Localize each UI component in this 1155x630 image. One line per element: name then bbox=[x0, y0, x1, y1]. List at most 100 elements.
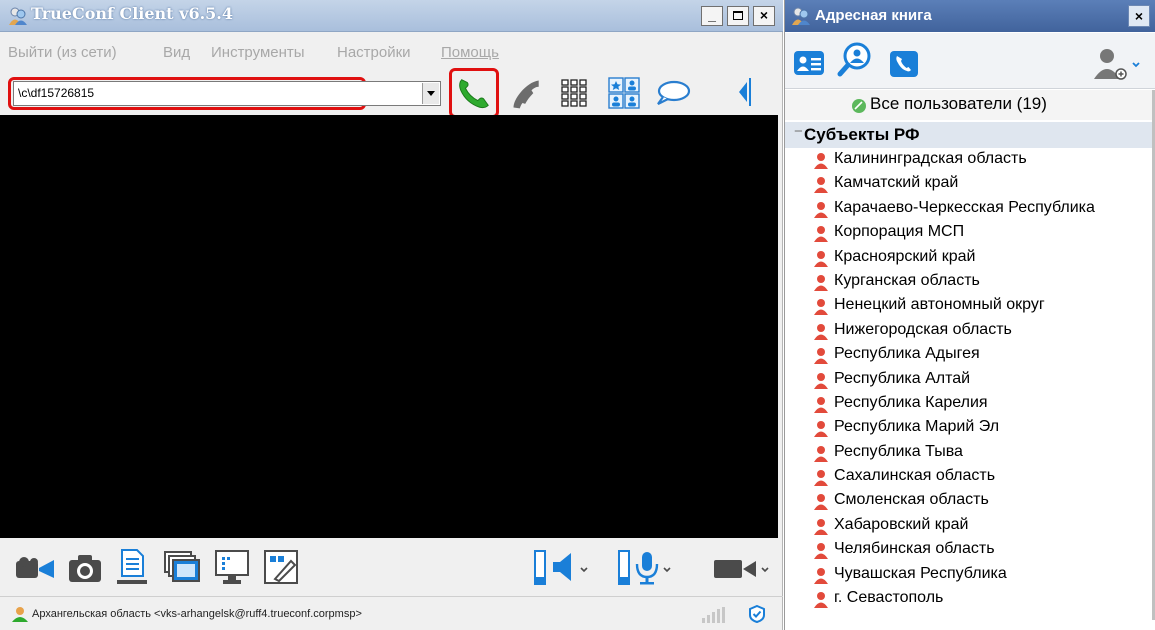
menu-help[interactable]: Помощь bbox=[441, 44, 499, 61]
contact-item[interactable]: Хабаровский край bbox=[785, 514, 1155, 538]
contact-item[interactable]: Корпорация МСП bbox=[785, 221, 1155, 245]
destination-input[interactable]: \c\df15726815 bbox=[18, 86, 94, 100]
contact-item[interactable]: Калининградская область bbox=[785, 148, 1155, 172]
user-icon bbox=[814, 226, 828, 243]
contact-item[interactable]: Республика Адыгея bbox=[785, 343, 1155, 367]
photo-camera-icon[interactable] bbox=[67, 553, 103, 584]
camera-toggle-icon[interactable] bbox=[712, 556, 772, 582]
contact-item[interactable]: Красноярский край bbox=[785, 246, 1155, 270]
bottom-toolbar bbox=[0, 540, 783, 595]
hangup-icon[interactable] bbox=[508, 76, 546, 112]
contact-name: Челябинская область bbox=[834, 540, 995, 558]
maximize-icon bbox=[733, 11, 743, 20]
contact-name: г. Севастополь bbox=[834, 589, 944, 607]
user-icon bbox=[814, 299, 828, 316]
address-book-titlebar: Адресная книга × bbox=[785, 0, 1155, 32]
contact-name: Калининградская область bbox=[834, 150, 1027, 167]
chat-icon[interactable] bbox=[654, 79, 692, 107]
main-window: TrueConf Client v6.5.4 _ × Выйти (из сет… bbox=[0, 0, 783, 630]
contact-item[interactable]: Чувашская Республика bbox=[785, 563, 1155, 587]
all-users-label: Все пользователи (19) bbox=[870, 94, 1047, 113]
app-logo-icon bbox=[9, 7, 27, 25]
contact-name: Республика Тыва bbox=[834, 442, 963, 460]
search-icon[interactable] bbox=[837, 41, 875, 77]
video-area[interactable] bbox=[0, 115, 778, 538]
toolbar: \c\df15726815 bbox=[0, 68, 783, 118]
window-title: TrueConf Client v6.5.4 bbox=[31, 4, 233, 23]
user-icon bbox=[814, 153, 828, 169]
contact-item[interactable]: Челябинская область bbox=[785, 538, 1155, 562]
contact-item[interactable]: Карачаево-Черкесская Республика bbox=[785, 197, 1155, 221]
contact-item[interactable]: Смоленская область bbox=[785, 489, 1155, 513]
contact-name: Карачаево-Черкесская Республика bbox=[834, 198, 1095, 216]
call-history-icon[interactable] bbox=[889, 50, 919, 78]
dialpad-icon[interactable] bbox=[560, 78, 588, 108]
contact-name: Нижегородская область bbox=[834, 320, 1012, 338]
contact-name: Курганская область bbox=[834, 271, 980, 289]
contact-name: Чувашская Республика bbox=[834, 564, 1007, 582]
contact-item[interactable]: Республика Тыва bbox=[785, 441, 1155, 465]
menu-logout[interactable]: Выйти (из сети) bbox=[8, 44, 117, 61]
speaker-icon[interactable] bbox=[533, 549, 591, 587]
user-icon bbox=[814, 543, 828, 560]
address-book-panel: Адресная книга × Все пользователи (19) −… bbox=[784, 0, 1155, 630]
collapse-group-icon[interactable]: − bbox=[794, 123, 803, 140]
menu-settings[interactable]: Настройки bbox=[337, 44, 411, 61]
contact-item[interactable]: Республика Марий Эл bbox=[785, 416, 1155, 440]
destination-combobox[interactable]: \c\df15726815 bbox=[13, 81, 441, 106]
address-book-icon bbox=[792, 7, 810, 25]
layout-icon[interactable] bbox=[607, 76, 641, 110]
minimize-button[interactable]: _ bbox=[701, 6, 723, 26]
address-book-close-button[interactable]: × bbox=[1128, 5, 1150, 27]
dropdown-arrow-icon[interactable] bbox=[422, 83, 439, 104]
microphone-icon[interactable] bbox=[617, 549, 673, 587]
user-icon bbox=[814, 201, 828, 218]
contact-item[interactable]: Республика Алтай bbox=[785, 368, 1155, 392]
contact-item[interactable]: Камчатский край bbox=[785, 172, 1155, 196]
user-icon bbox=[814, 445, 828, 462]
collapse-arrow-icon[interactable] bbox=[736, 76, 752, 108]
contact-list: Калининградская область Камчатский край Ка… bbox=[785, 148, 1155, 611]
status-user-text: Архангельская область <vks-arhangelsk@ru… bbox=[32, 608, 362, 620]
contact-name: Камчатский край bbox=[834, 174, 959, 192]
user-icon bbox=[814, 470, 828, 487]
online-status-icon bbox=[852, 99, 866, 113]
menu-tools[interactable]: Инструменты bbox=[211, 44, 305, 61]
user-icon bbox=[814, 250, 828, 267]
contact-name: Хабаровский край bbox=[834, 515, 969, 533]
all-users-row[interactable]: Все пользователи (19) bbox=[785, 90, 1155, 120]
contact-name: Корпорация МСП bbox=[834, 223, 965, 241]
user-icon bbox=[814, 567, 828, 584]
contacts-icon[interactable] bbox=[793, 50, 825, 76]
screen-share-icon[interactable] bbox=[214, 549, 250, 587]
slides-icon[interactable] bbox=[163, 550, 201, 584]
group-header[interactable]: − Субъекты РФ bbox=[785, 122, 1155, 148]
call-icon[interactable] bbox=[455, 74, 493, 112]
contact-name: Республика Адыгея bbox=[834, 345, 980, 363]
contact-item[interactable]: Сахалинская область bbox=[785, 465, 1155, 489]
contact-name: Красноярский край bbox=[834, 247, 976, 265]
contact-item[interactable]: Республика Карелия bbox=[785, 392, 1155, 416]
contact-item[interactable]: г. Севастополь bbox=[785, 587, 1155, 611]
status-bar: Архангельская область <vks-arhangelsk@ru… bbox=[0, 596, 783, 630]
contact-item[interactable]: Курганская область bbox=[785, 270, 1155, 294]
file-send-icon[interactable] bbox=[115, 548, 149, 586]
user-icon bbox=[814, 494, 828, 511]
add-user-icon[interactable] bbox=[1091, 48, 1143, 80]
contact-name: Ненецкий автономный округ bbox=[834, 296, 1045, 314]
user-icon bbox=[814, 274, 828, 291]
contact-name: Республика Карелия bbox=[834, 393, 988, 411]
user-icon bbox=[814, 348, 828, 365]
user-icon bbox=[814, 421, 828, 438]
contact-name: Сахалинская область bbox=[834, 467, 996, 485]
contact-name: Республика Марий Эл bbox=[834, 418, 1000, 436]
contact-item[interactable]: Нижегородская область bbox=[785, 319, 1155, 343]
menu-view[interactable]: Вид bbox=[163, 44, 190, 61]
contact-item[interactable]: Ненецкий автономный округ bbox=[785, 294, 1155, 318]
user-icon bbox=[814, 372, 828, 389]
maximize-button[interactable] bbox=[727, 6, 749, 26]
whiteboard-icon[interactable] bbox=[263, 549, 299, 585]
video-camera-icon[interactable] bbox=[14, 556, 58, 582]
close-button[interactable]: × bbox=[753, 6, 775, 26]
shield-check-icon[interactable] bbox=[749, 605, 765, 623]
